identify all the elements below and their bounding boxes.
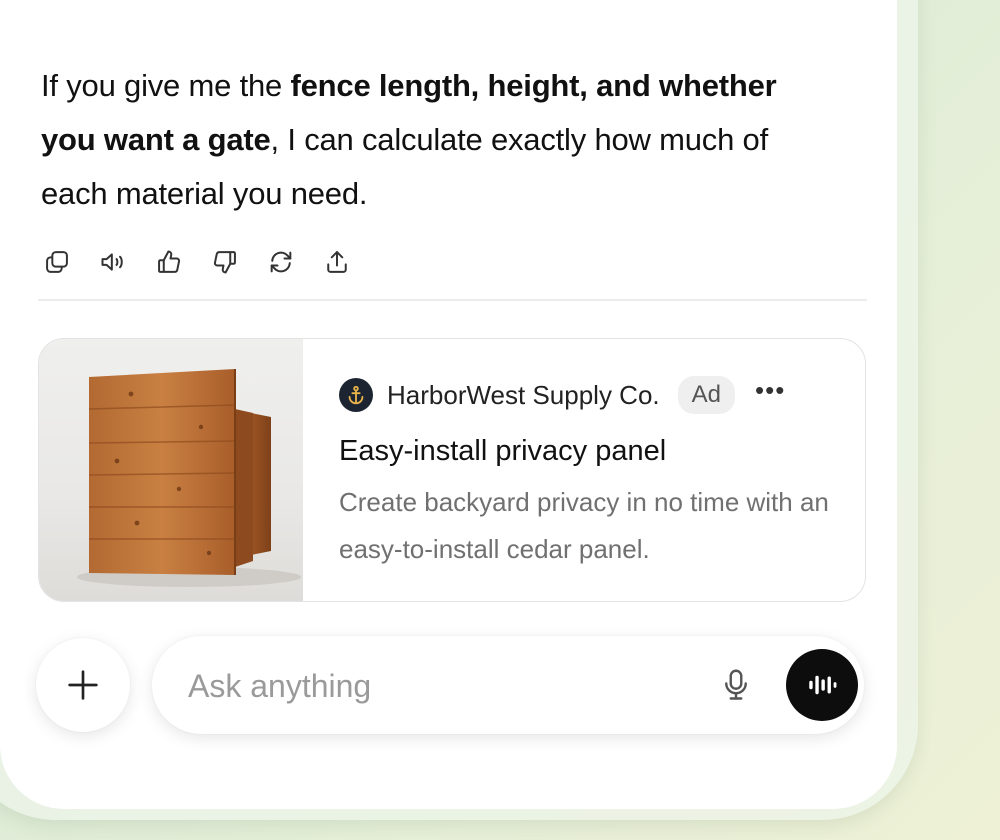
advertiser-name: HarborWest Supply Co.	[387, 379, 660, 410]
thumbs-down-icon	[213, 251, 236, 274]
chat-screen: If you give me the fence length, height,…	[0, 0, 897, 809]
divider	[38, 299, 867, 301]
add-attachment-button[interactable]	[36, 638, 130, 732]
ad-title: Easy-install privacy panel	[339, 435, 667, 467]
dictate-button[interactable]	[714, 663, 758, 707]
voice-waveform-icon	[809, 675, 837, 695]
voice-mode-button[interactable]	[786, 649, 858, 721]
message-actions	[42, 245, 352, 279]
copy-icon	[46, 251, 68, 273]
advertiser-row: HarborWest Supply Co. Ad •••	[339, 375, 785, 415]
ad-more-options-button[interactable]: •••	[755, 377, 785, 413]
assistant-message: If you give me the fence length, height,…	[41, 59, 821, 221]
copy-button[interactable]	[42, 247, 72, 277]
share-icon	[327, 251, 347, 273]
prompt-input[interactable]	[186, 658, 670, 714]
ad-badge: Ad	[677, 376, 735, 414]
regenerate-button[interactable]	[266, 247, 296, 277]
read-aloud-button[interactable]	[98, 247, 128, 277]
cedar-panel-product-image[interactable]	[39, 339, 303, 601]
thumbs-up-button[interactable]	[154, 247, 184, 277]
message-text-start: If you give me the	[41, 68, 291, 103]
read-aloud-icon	[101, 253, 123, 271]
thumbs-down-button[interactable]	[210, 247, 240, 277]
ad-description: Create backyard privacy in no time with …	[339, 487, 829, 564]
microphone-icon	[725, 669, 747, 700]
cedar-panel-illustration	[77, 369, 301, 587]
regenerate-icon	[270, 251, 292, 273]
composer	[152, 636, 864, 734]
share-button[interactable]	[322, 247, 352, 277]
sponsored-ad-card[interactable]: HarborWest Supply Co. Ad ••• Easy-instal…	[38, 338, 866, 602]
anchor-icon	[339, 378, 373, 412]
plus-icon	[68, 670, 98, 700]
thumbs-up-icon	[158, 250, 181, 273]
ad-body: HarborWest Supply Co. Ad ••• Easy-instal…	[339, 339, 865, 601]
